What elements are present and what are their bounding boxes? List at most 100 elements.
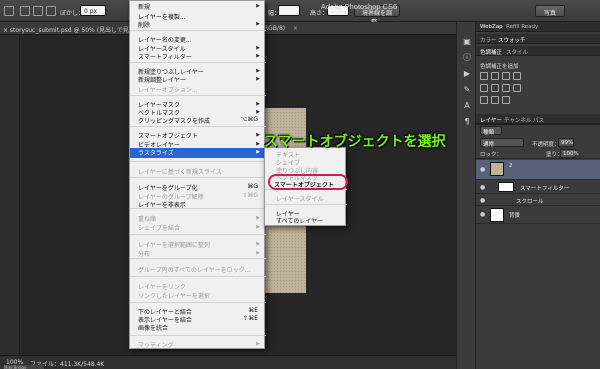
- tab-channels[interactable]: チャンネル: [504, 116, 531, 124]
- kind-select[interactable]: 種類: [480, 126, 502, 136]
- tab-webzap[interactable]: WebZap: [480, 24, 503, 30]
- tab-styles[interactable]: スタイル: [506, 48, 528, 56]
- menu-shortcut: ⇧⌘G: [242, 192, 258, 199]
- brightness-icon[interactable]: [480, 72, 488, 80]
- menu-item[interactable]: 削除: [138, 20, 150, 29]
- layer-name[interactable]: スクロール: [516, 197, 544, 205]
- opacity-label: 不透明度：: [532, 142, 560, 148]
- marquee-tool-icon[interactable]: [4, 6, 14, 16]
- layer-filter-row: 種類: [476, 125, 600, 137]
- add-selection-icon[interactable]: [33, 6, 43, 16]
- submenu-arrow-icon: ▶: [256, 250, 260, 256]
- menu-item: 重ね順: [138, 216, 157, 223]
- submenu-arrow-icon: ▶: [256, 101, 260, 107]
- submenu-arrow-icon: ▶: [256, 45, 260, 51]
- workspace-button[interactable]: 写真: [535, 5, 565, 17]
- tab-swatches[interactable]: スウォッチ: [498, 36, 526, 44]
- eye-icon[interactable]: ●: [480, 166, 485, 173]
- submenu-arrow-icon: ▶: [256, 3, 260, 9]
- menu-separator: [130, 30, 266, 31]
- menu-item: レイヤーオプション...: [138, 87, 198, 94]
- paragraph-icon[interactable]: ¶: [461, 116, 473, 127]
- character-icon[interactable]: A: [461, 100, 473, 111]
- posterize-icon[interactable]: [491, 96, 499, 104]
- layer-menu: 新規 ▶ レイヤーを複製... 削除 ▶ レイヤー名の変更... レイヤースタイル ▶ スマート…: [129, 0, 266, 349]
- hue-saturation-icon[interactable]: [491, 84, 499, 92]
- eye-icon[interactable]: ●: [480, 184, 485, 191]
- menu-item[interactable]: レイヤー名の変更...: [138, 35, 192, 44]
- blend-opacity-row: 通常 不透明度： 99%: [476, 137, 600, 148]
- threshold-icon[interactable]: [502, 96, 510, 104]
- history-icon[interactable]: ▣: [461, 36, 473, 47]
- layer-row[interactable]: ● スクロール: [476, 194, 600, 206]
- layer-row[interactable]: ● 2: [476, 160, 600, 180]
- layer-name[interactable]: スマートフィルター: [520, 184, 569, 192]
- invert-icon[interactable]: [480, 96, 488, 104]
- opacity-input[interactable]: 99%: [558, 138, 574, 147]
- menu-item[interactable]: ラスタライズ: [138, 148, 174, 157]
- color-balance-icon[interactable]: [502, 84, 510, 92]
- color-panel-tabs: カラー スウォッチ: [476, 34, 600, 44]
- menu-item: レイヤーを選択範囲に整列: [138, 242, 210, 249]
- brush-icon[interactable]: ✎: [461, 84, 473, 95]
- menu-item[interactable]: レイヤーをグループ化: [138, 183, 197, 192]
- menu-item: シェイプを結合: [138, 225, 181, 232]
- tab-paths[interactable]: パス: [533, 116, 544, 124]
- menu-separator: [130, 161, 266, 162]
- panel-icon-strip: ▣ ⓘ ▶ ✎ A ¶: [456, 22, 476, 369]
- blend-mode-select[interactable]: 通常: [480, 138, 524, 148]
- layer-row[interactable]: ● 背景: [476, 206, 600, 224]
- submenu-arrow-icon: ▶: [256, 241, 260, 247]
- exposure-icon[interactable]: [513, 72, 521, 80]
- layers-panel-tabs: レイヤー チャンネル パス: [476, 114, 600, 124]
- info-icon[interactable]: ⓘ: [461, 52, 473, 63]
- document-tab-mode: RGB/8): [264, 25, 286, 32]
- submenu-arrow-icon: ▶: [256, 68, 260, 74]
- eye-icon[interactable]: ●: [480, 197, 485, 204]
- menu-separator: [130, 335, 266, 336]
- menu-item[interactable]: 新規: [138, 2, 150, 11]
- menu-item[interactable]: スマートフィルター: [138, 52, 192, 61]
- menu-item[interactable]: レイヤーを非表示: [138, 200, 186, 209]
- adjust-panel-tabs: 色調補正 スタイル: [476, 46, 600, 56]
- mini-bridge-tab[interactable]: Mini Bridge: [4, 365, 44, 369]
- submenu-item[interactable]: すべてのレイヤー: [276, 216, 323, 225]
- tab-layers[interactable]: レイヤー: [480, 116, 502, 124]
- vibrance-icon[interactable]: [480, 84, 488, 92]
- menu-item[interactable]: 画像を統合: [138, 323, 168, 332]
- menu-shortcut: ⌥⌘G: [240, 116, 258, 123]
- menu-item[interactable]: 新規調整レイヤー: [138, 75, 186, 84]
- submenu-arrow-icon: ▶: [256, 149, 260, 155]
- curves-icon[interactable]: [502, 72, 510, 80]
- tab-close-icon[interactable]: ×: [293, 25, 298, 32]
- menu-item[interactable]: スマートオブジェクト: [138, 131, 198, 140]
- right-panels: WebZap Refill Ready カラー スウォッチ 色調補正 スタイル …: [476, 22, 600, 369]
- menu-separator: [130, 234, 266, 235]
- menu-separator: [130, 302, 266, 303]
- fill-input[interactable]: 100%: [560, 149, 579, 158]
- layer-name[interactable]: 2: [509, 163, 513, 169]
- tab-refill-ready[interactable]: Refill Ready: [506, 24, 538, 30]
- layer-row[interactable]: ● スマートフィルター: [476, 180, 600, 194]
- black-white-icon[interactable]: [513, 84, 521, 92]
- layer-thumbnail: [490, 162, 504, 176]
- adjustments-label: 色調補正を追加: [480, 64, 519, 70]
- levels-icon[interactable]: [491, 72, 499, 80]
- feather-input[interactable]: 0 px: [80, 5, 106, 16]
- eye-icon[interactable]: ●: [480, 211, 485, 218]
- menu-separator: [130, 258, 266, 259]
- menu-item: グループ内のすべてのレイヤーをロック...: [138, 267, 251, 274]
- layer-thumbnail: [490, 208, 504, 222]
- submenu-arrow-icon: ▶: [256, 109, 260, 115]
- subtract-selection-icon[interactable]: [46, 6, 56, 16]
- menu-item: 分布: [138, 251, 151, 258]
- menu-item: レイヤーに基づく新規スライス: [138, 169, 222, 176]
- menu-item[interactable]: クリッピングマスクを作成: [138, 116, 210, 125]
- submenu-arrow-icon: ▶: [256, 224, 260, 230]
- tab-adjustments[interactable]: 色調補正: [480, 48, 502, 56]
- new-selection-icon[interactable]: [20, 6, 30, 16]
- layer-name[interactable]: 背景: [509, 211, 520, 219]
- play-icon[interactable]: ▶: [461, 68, 473, 79]
- tab-color[interactable]: カラー: [480, 36, 497, 44]
- menu-separator: [130, 177, 266, 178]
